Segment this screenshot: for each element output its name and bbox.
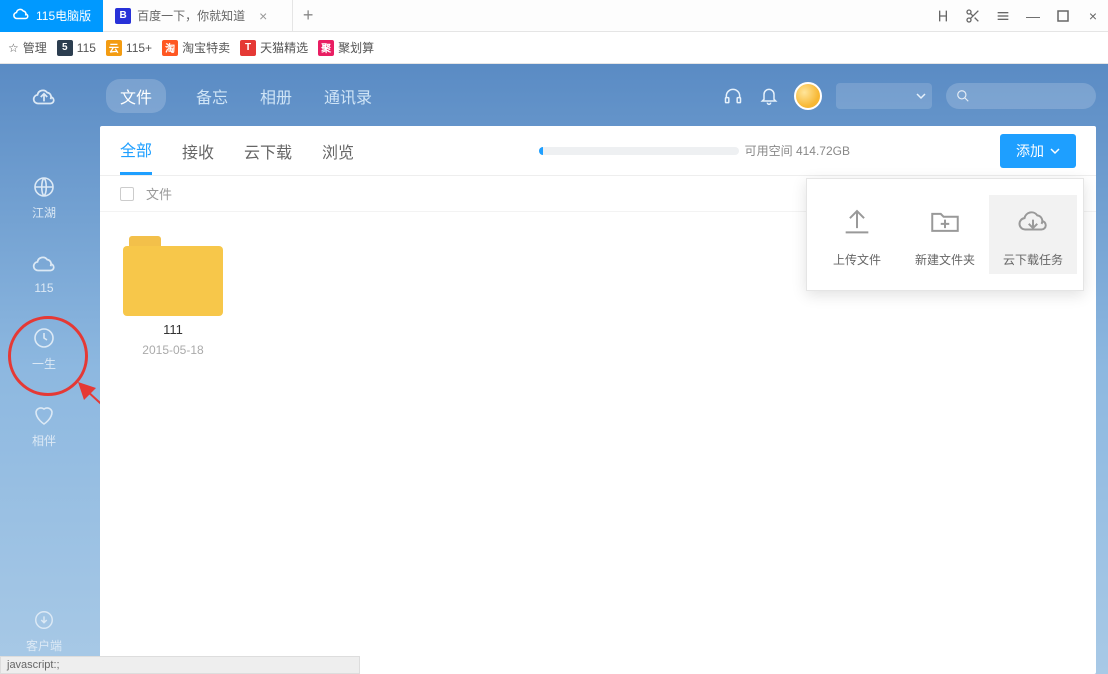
dropdown-cloudtask[interactable]: 云下载任务	[989, 195, 1077, 274]
avatar[interactable]	[794, 82, 822, 110]
close-button[interactable]: ×	[1078, 0, 1108, 32]
folder-item[interactable]: 111 2015-05-18	[118, 236, 228, 357]
bookmark-115plus[interactable]: 云 115+	[106, 40, 152, 56]
status-bar: javascript:;	[0, 656, 360, 674]
chevron-down-icon	[916, 91, 926, 101]
bookmark-taobao[interactable]: 淘 淘宝特卖	[162, 39, 230, 56]
folder-icon	[123, 236, 223, 316]
search-input[interactable]	[946, 83, 1096, 109]
bookmark-manage[interactable]: ☆ 管理	[8, 39, 47, 56]
favicon-115: 5	[57, 40, 73, 56]
sidebar-item-jianghu[interactable]: 江湖	[31, 174, 57, 221]
cloud-upload-icon	[31, 84, 57, 110]
menu-icon[interactable]	[988, 0, 1018, 32]
cloud-icon	[12, 5, 30, 26]
sidebar-label: 一生	[32, 355, 56, 372]
favicon-ju: 聚	[318, 40, 334, 56]
browser-tab-115[interactable]: 115电脑版	[0, 0, 103, 32]
bookmark-tmall[interactable]: T 天猫精选	[240, 39, 308, 56]
close-icon[interactable]: ×	[259, 8, 267, 24]
space-bar	[539, 147, 739, 155]
sidebar-item-115[interactable]: 115	[31, 251, 57, 295]
nav-file[interactable]: 文件	[106, 79, 166, 113]
add-dropdown: 上传文件 新建文件夹 云下载任务	[806, 178, 1084, 291]
heart-icon	[31, 402, 57, 428]
tab-label: 115电脑版	[36, 7, 91, 24]
sidebar-item-client[interactable]: 客户端	[26, 607, 62, 654]
file-name: 111	[163, 322, 183, 337]
file-panel: 全部 接收 云下载 浏览 可用空间 414.72GB 添加 文件	[100, 126, 1096, 674]
sidebar-upload[interactable]	[31, 84, 57, 110]
window-controls: — ×	[928, 0, 1108, 32]
upload-icon	[837, 201, 877, 241]
sidebar-label: 115	[34, 281, 53, 295]
dropdown-newfolder[interactable]: 新建文件夹	[901, 195, 989, 274]
space-label: 可用空间 414.72GB	[745, 142, 850, 159]
nav-contacts[interactable]: 通讯录	[322, 80, 374, 112]
content-area: 文件 备忘 相册 通讯录 全部 接收 云下载	[88, 64, 1108, 674]
tool-icon-1[interactable]	[928, 0, 958, 32]
cloud-icon	[31, 251, 57, 277]
favicon-115plus: 云	[106, 40, 122, 56]
headphones-icon[interactable]	[722, 85, 744, 107]
bookmark-115[interactable]: 5 115	[57, 40, 96, 56]
browser-tab-baidu[interactable]: B 百度一下，你就知道 ×	[103, 0, 293, 32]
sidebar-label: 相伴	[32, 432, 56, 449]
baidu-icon: B	[115, 8, 131, 24]
select-all-checkbox[interactable]	[120, 187, 134, 201]
maximize-button[interactable]	[1048, 0, 1078, 32]
status-text: javascript:;	[7, 659, 60, 671]
file-date: 2015-05-18	[142, 343, 203, 357]
dropdown-upload[interactable]: 上传文件	[813, 195, 901, 274]
subtab-receive[interactable]: 接收	[182, 126, 214, 175]
nav-album[interactable]: 相册	[258, 80, 294, 112]
cloud-download-icon	[1013, 201, 1053, 241]
bell-icon[interactable]	[758, 85, 780, 107]
subtab-browse[interactable]: 浏览	[322, 126, 354, 175]
add-button[interactable]: 添加	[1000, 134, 1076, 168]
nav-memo[interactable]: 备忘	[194, 80, 230, 112]
clock-icon	[31, 325, 57, 351]
new-folder-icon	[925, 201, 965, 241]
chevron-down-icon	[1050, 146, 1060, 156]
sub-tabs: 全部 接收 云下载 浏览 可用空间 414.72GB 添加	[100, 126, 1096, 176]
subtab-all[interactable]: 全部	[120, 126, 152, 175]
sidebar: 江湖 115 一生 相伴 客户端	[0, 64, 88, 674]
space-indicator: 可用空间 414.72GB	[539, 142, 850, 159]
download-icon	[31, 607, 57, 633]
col-file: 文件	[146, 184, 172, 203]
subtab-cloud-dl[interactable]: 云下载	[244, 126, 292, 175]
star-icon: ☆	[8, 41, 19, 55]
sidebar-label: 江湖	[32, 204, 56, 221]
favicon-taobao: 淘	[162, 40, 178, 56]
new-tab-button[interactable]: +	[293, 0, 323, 32]
bookmark-juhuasuan[interactable]: 聚 聚划算	[318, 39, 374, 56]
top-nav: 文件 备忘 相册 通讯录	[100, 76, 1096, 116]
sidebar-item-xiangban[interactable]: 相伴	[31, 402, 57, 449]
sidebar-label: 客户端	[26, 637, 62, 654]
bookmark-bar: ☆ 管理 5 115 云 115+ 淘 淘宝特卖 T 天猫精选 聚 聚划算	[0, 32, 1108, 64]
minimize-button[interactable]: —	[1018, 0, 1048, 32]
main-app: 江湖 115 一生 相伴 客户端 文件	[0, 64, 1108, 674]
favicon-tmall: T	[240, 40, 256, 56]
scissors-icon[interactable]	[958, 0, 988, 32]
search-icon	[956, 89, 970, 103]
tab-label: 百度一下，你就知道	[137, 7, 245, 24]
titlebar: 115电脑版 B 百度一下，你就知道 × + — ×	[0, 0, 1108, 32]
user-menu[interactable]	[836, 83, 932, 109]
sidebar-item-yisheng[interactable]: 一生	[31, 325, 57, 372]
globe-icon	[31, 174, 57, 200]
